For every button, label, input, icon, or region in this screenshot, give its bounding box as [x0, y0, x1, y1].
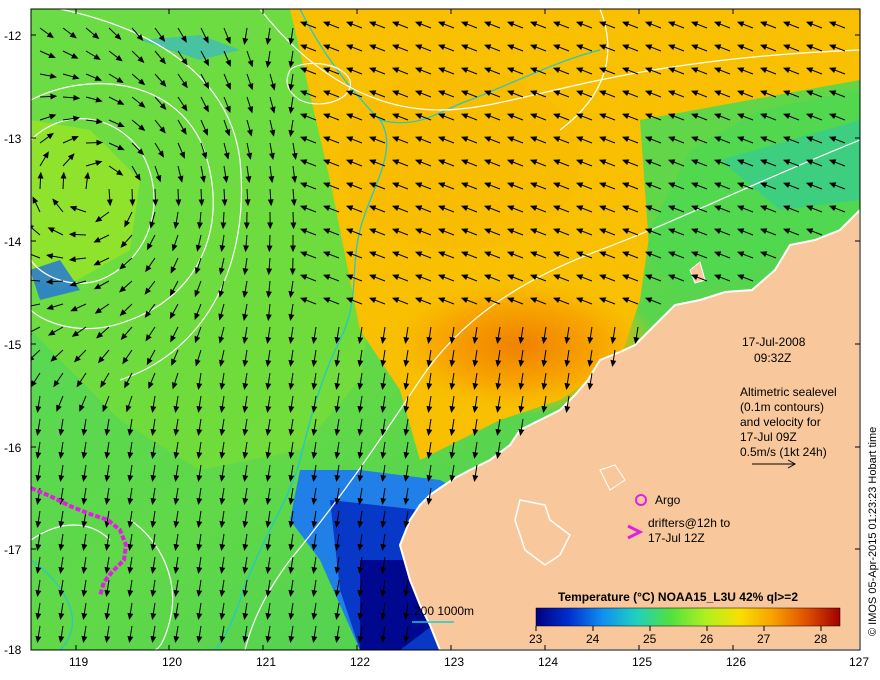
colorbar-tick-label: 25	[643, 632, 657, 646]
lat-tick-label: -13	[4, 132, 22, 146]
drifters-line: drifters@12h to	[648, 516, 731, 530]
lat-tick-label: -17	[4, 543, 22, 557]
colorbar-tick-label: 27	[757, 632, 771, 646]
lon-tick-label: 119	[69, 655, 88, 669]
lon-axis: 119 120 121 122 123 124 125 126 127	[69, 655, 869, 669]
colorbar-tick-label: 24	[586, 632, 600, 646]
lon-tick-label: 123	[444, 655, 464, 669]
time-label: 09:32Z	[754, 351, 791, 365]
lon-tick-label: 120	[162, 655, 182, 669]
date-label: 17-Jul-2008	[742, 335, 806, 349]
lon-tick-label: 121	[256, 655, 276, 669]
velocity-arrowhead	[31, 332, 33, 335]
altimetry-line: (0.1m contours)	[740, 400, 824, 414]
lat-tick-label: -16	[4, 441, 22, 455]
colorbar-tick-label: 28	[814, 632, 828, 646]
lat-tick-label: -12	[4, 29, 22, 43]
colorbar-tick-label: 26	[700, 632, 714, 646]
lon-tick-label: 125	[632, 655, 652, 669]
colorbar-title: Temperature (°C) NOAA15_L3U 42% ql>=2	[558, 590, 798, 604]
velocity-arrowhead	[24, 304, 29, 308]
lon-tick-label: 127	[849, 655, 869, 669]
lon-tick-label: 126	[726, 655, 746, 669]
plot-area	[24, 9, 860, 650]
colorbar-gradient	[535, 607, 841, 627]
drifters-line: 17-Jul 12Z	[648, 531, 705, 545]
lat-tick-label: -15	[4, 338, 22, 352]
altimetry-line: 17-Jul 09Z	[740, 430, 797, 444]
lon-tick-label: 122	[350, 655, 370, 669]
sst-map: 119 120 121 122 123 124 125 126 127 -12 …	[4, 8, 879, 669]
lon-tick-label: 124	[538, 655, 558, 669]
altimetry-line: and velocity for	[740, 415, 821, 429]
velocity-arrowhead	[24, 278, 29, 282]
altimetry-line: Altimetric sealevel	[740, 385, 837, 399]
altimetry-line: 0.5m/s (1kt 24h)	[740, 445, 827, 459]
argo-label: Argo	[655, 493, 681, 507]
lat-axis: -12 -13 -14 -15 -16 -17 -18	[4, 29, 22, 657]
credit-label: © IMOS 05-Apr-2015 01:23:23 Hobart time	[867, 427, 879, 636]
lat-tick-label: -18	[4, 643, 22, 657]
bathy-legend-label: 200 1000m	[414, 604, 474, 618]
lat-tick-label: -14	[4, 235, 22, 249]
velocity-arrowhead	[31, 251, 32, 253]
colorbar-tick-label: 23	[529, 632, 543, 646]
